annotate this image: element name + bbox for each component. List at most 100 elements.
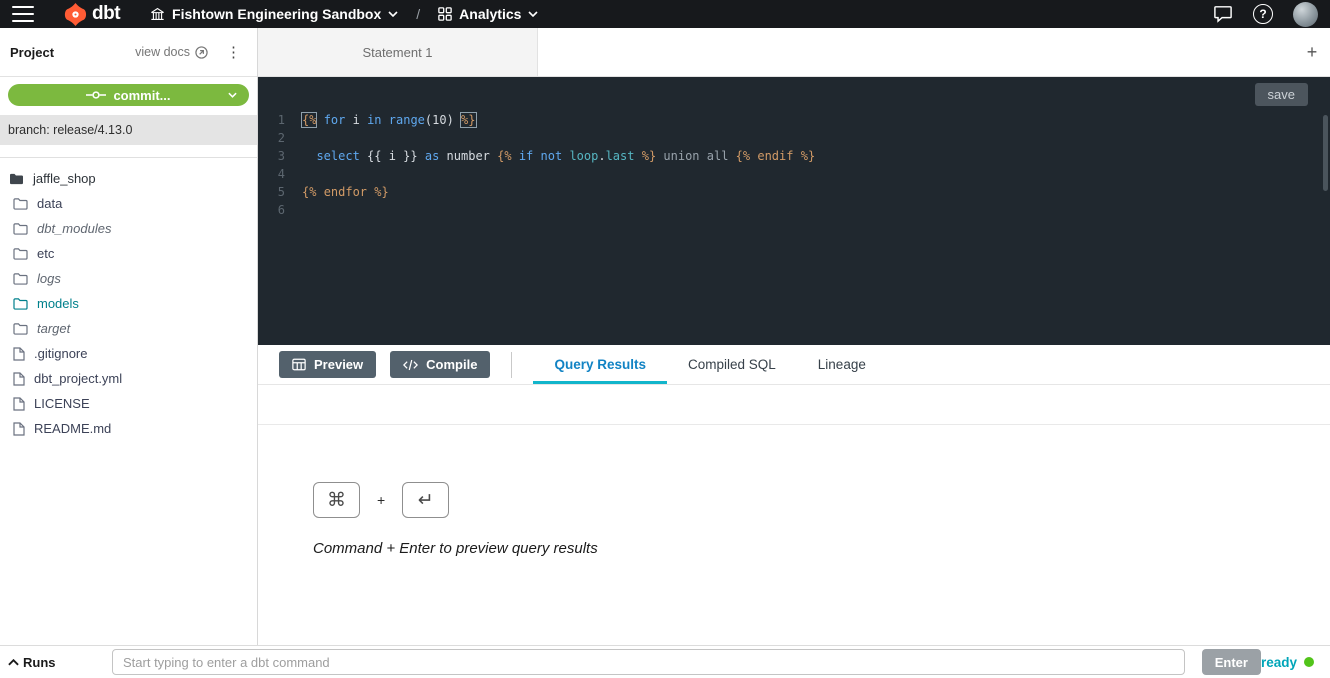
hamburger-menu-icon[interactable] [12,6,34,22]
folder-icon [13,197,28,210]
code-line[interactable]: 2 [258,129,1330,147]
editor-toolbar: save [258,77,1330,111]
folder-icon [9,172,24,185]
folder-icon [13,247,28,260]
compile-label: Compile [426,357,477,372]
new-tab-button[interactable]: + [1294,28,1330,76]
tab-query-results[interactable]: Query Results [533,345,667,384]
editor-scrollbar[interactable] [1323,115,1328,191]
code-editor[interactable]: save 1{% for i in range(10) %}23 select … [258,77,1330,345]
editor-tab-bar: Statement 1 + [258,28,1330,77]
results-toolbar: Preview Compile Query ResultsCompiled SQ… [258,345,1330,385]
runs-label: Runs [23,655,56,670]
status-label: ready [1261,655,1297,670]
tree-item-label: etc [37,246,54,261]
chevron-down-icon [528,11,538,17]
status-indicator: ready [1261,655,1314,670]
tree-item-readme-md[interactable]: README.md [0,416,257,441]
git-commit-icon [86,89,106,101]
code-line[interactable]: 1{% for i in range(10) %} [258,111,1330,129]
help-icon[interactable]: ? [1253,4,1273,24]
branch-indicator: branch: release/4.13.0 [0,115,257,145]
command-key-icon: ⌘ [313,482,360,518]
view-docs-link[interactable]: view docs [135,45,208,59]
chevron-down-icon [388,11,398,17]
tab-lineage[interactable]: Lineage [797,345,887,384]
code-line[interactable]: 6 [258,201,1330,219]
sidebar-header: Project view docs ⋮ [0,28,257,77]
tree-item-label: data [37,196,62,211]
line-number: 3 [258,147,302,165]
code-text: {% endfor %} [302,183,389,201]
file-icon [13,422,25,436]
command-bar: Runs Enter ready [0,645,1330,678]
account-name: Fishtown Engineering Sandbox [172,6,381,22]
file-explorer-sidebar: Project view docs ⋮ commit... [0,28,258,645]
line-number: 4 [258,165,302,183]
tree-item-label: logs [37,271,61,286]
line-number: 2 [258,129,302,147]
file-icon [13,397,25,411]
tree-item-jaffle-shop[interactable]: jaffle_shop [0,166,257,191]
tree-item-etc[interactable]: etc [0,241,257,266]
tree-item-label: jaffle_shop [33,171,96,186]
tree-item-label: dbt_project.yml [34,371,122,386]
code-icon [403,359,418,371]
tree-item-models[interactable]: models [0,291,257,316]
avatar[interactable] [1293,2,1318,27]
results-tabs: Query ResultsCompiled SQLLineage [533,345,886,384]
table-grid-icon [292,358,306,371]
chevron-down-icon [228,92,237,98]
hint-text: Command + Enter to preview query results [313,540,1330,557]
code-line[interactable]: 3 select {{ i }} as number {% if not loo… [258,147,1330,165]
commit-button[interactable]: commit... [8,84,249,106]
preview-label: Preview [314,357,363,372]
chat-icon[interactable] [1213,5,1233,23]
results-panel: Preview Compile Query ResultsCompiled SQ… [258,345,1330,645]
runs-toggle[interactable]: Runs [8,655,112,670]
project-switcher[interactable]: Analytics [438,6,538,22]
keyboard-hint: ⌘ + ↵ [313,482,1330,518]
tree-item-label: README.md [34,421,111,436]
toolbar-divider [511,352,512,378]
folder-icon [13,222,28,235]
tree-item-logs[interactable]: logs [0,266,257,291]
tree-item-dbt-project-yml[interactable]: dbt_project.yml [0,366,257,391]
line-number: 1 [258,111,302,129]
view-docs-label: view docs [135,45,190,59]
kebab-menu-icon[interactable]: ⋮ [226,43,241,61]
results-subbar [258,385,1330,425]
file-icon [13,372,25,386]
tree-item-dbt-modules[interactable]: dbt_modules [0,216,257,241]
dbt-logo: dbt [64,3,120,26]
tab-statement-1[interactable]: Statement 1 [258,28,538,76]
preview-button[interactable]: Preview [279,351,376,378]
file-icon [13,347,25,361]
enter-button[interactable]: Enter [1202,649,1261,675]
file-tree: jaffle_shopdata dbt_modulesetc logs models t… [0,157,257,441]
commit-label: commit... [113,88,170,103]
line-number: 6 [258,201,302,219]
dbt-cloud-ide: dbt Fishtown Engineering Sandbox / Analy… [0,0,1330,678]
tree-item-target[interactable]: target [0,316,257,341]
code-line[interactable]: 4 [258,165,1330,183]
tree-item-data[interactable]: data [0,191,257,216]
folder-icon [13,272,28,285]
compile-button[interactable]: Compile [390,351,490,378]
chevron-up-icon [8,659,19,666]
code-text: {% for i in range(10) %} [302,111,476,129]
tree-item-label: target [37,321,70,336]
dbt-command-input[interactable] [112,649,1185,675]
folder-icon [13,297,28,310]
code-line[interactable]: 5{% endfor %} [258,183,1330,201]
editor-area: Statement 1 + save 1{% for i in range(10… [258,28,1330,645]
tree-item-label: LICENSE [34,396,90,411]
code-lines: 1{% for i in range(10) %}23 select {{ i … [258,111,1330,219]
tree-item-license[interactable]: LICENSE [0,391,257,416]
tab-compiled-sql[interactable]: Compiled SQL [667,345,797,384]
tree-item-gitignore[interactable]: .gitignore [0,341,257,366]
dbt-logo-icon [64,3,87,26]
account-switcher[interactable]: Fishtown Engineering Sandbox [150,6,398,22]
save-button[interactable]: save [1255,83,1308,106]
status-dot [1304,657,1314,667]
